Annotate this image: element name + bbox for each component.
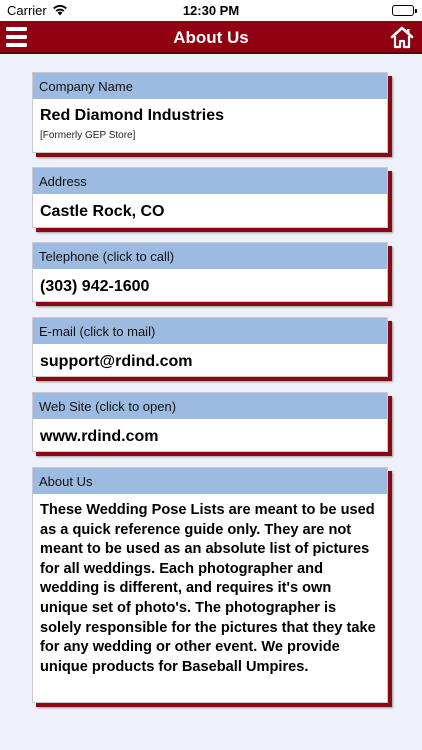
- about-card: About Us These Wedding Pose Lists are me…: [32, 467, 388, 703]
- email-label: E-mail (click to mail): [33, 318, 387, 344]
- company-note: [Formerly GEP Store]: [40, 130, 136, 141]
- company-card: Company Name Red Diamond Industries [For…: [32, 72, 388, 153]
- telephone-card[interactable]: Telephone (click to call) (303) 942-1600: [32, 242, 388, 302]
- email-card[interactable]: E-mail (click to mail) support@rdind.com: [32, 317, 388, 377]
- telephone-link[interactable]: (303) 942-1600: [33, 278, 387, 296]
- home-icon[interactable]: [389, 24, 415, 50]
- company-label: Company Name: [33, 73, 387, 99]
- nav-bar: About Us: [0, 21, 422, 54]
- website-link[interactable]: www.rdind.com: [33, 428, 387, 446]
- clock: 12:30 PM: [182, 3, 240, 18]
- about-label: About Us: [33, 468, 387, 494]
- status-bar: Carrier 12:30 PM: [0, 0, 422, 21]
- website-label: Web Site (click to open): [33, 393, 387, 419]
- address-card: Address Castle Rock, CO: [32, 167, 388, 228]
- telephone-label: Telephone (click to call): [33, 243, 387, 269]
- battery-icon: [392, 5, 417, 16]
- company-name: Red Diamond Industries: [40, 107, 225, 124]
- about-text: These Wedding Pose Lists are meant to be…: [40, 502, 376, 675]
- address-value: Castle Rock, CO: [40, 203, 165, 220]
- website-card[interactable]: Web Site (click to open) www.rdind.com: [32, 392, 388, 452]
- address-label: Address: [33, 168, 387, 194]
- page-title: About Us: [173, 28, 249, 47]
- email-link[interactable]: support@rdind.com: [33, 353, 387, 371]
